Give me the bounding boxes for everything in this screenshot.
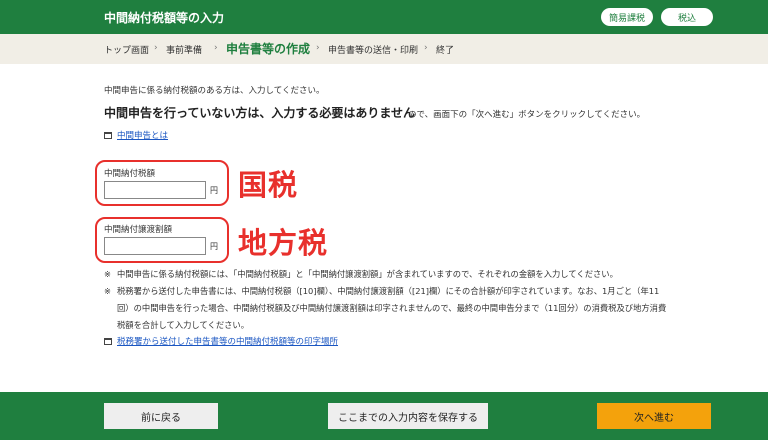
breadcrumb-separator: › [316,43,320,53]
page-title: 中間納付税額等の入力 [104,11,225,25]
save-progress-button[interactable]: ここまでの入力内容を保存する [328,403,488,429]
note-2-line-2: 回）の中間申告を行った場合、中間納付税額及び中間納付譲渡割額は印字されませんので… [117,303,667,313]
breadcrumb: トップ画面 › 事前準備 › 申告書等の作成 › 申告書等の送信・印刷 › 終了 [0,34,768,64]
intro-lead-rest: ので、画面下の「次へ進む」ボタンをクリックしてください。 [408,110,646,120]
print-location-link[interactable]: 税務署から送付した申告書等の中間納付税額等の印字場所 [117,335,338,347]
next-button[interactable]: 次へ進む [597,403,711,429]
breadcrumb-item-preparation: 事前準備 [166,46,203,56]
document-icon [104,132,112,139]
back-button[interactable]: 前に戻る [104,403,218,429]
document-icon [104,338,112,345]
about-interim-link[interactable]: 中間申告とは [117,129,168,141]
interim-transfer-input[interactable] [104,237,206,255]
note-2-line-1: 税務署から送付した申告書には、中間納付税額（[10]欄）、中間納付譲渡割額（[2… [117,286,660,296]
intro-text: 中間申告に係る納付税額のある方は、入力してください。 [104,86,325,96]
breadcrumb-separator: › [154,43,158,53]
interim-transfer-label: 中間納付譲渡割額 [104,225,173,235]
simple-tax-button[interactable]: 簡易課税 [601,8,653,26]
interim-tax-input[interactable] [104,181,206,199]
yen-unit: 円 [210,186,218,195]
note-mark: ※ [104,286,111,296]
tax-included-button[interactable]: 税込 [661,8,713,26]
breadcrumb-item-end: 終了 [436,46,455,56]
note-mark: ※ [104,269,111,279]
interim-tax-label: 中間納付税額 [104,169,156,179]
note-2-line-3: 税額を合計して入力してください。 [117,320,250,330]
breadcrumb-item-top: トップ画面 [104,46,150,56]
local-tax-annotation: 地方税 [238,226,329,260]
intro-lead-bold: 中間申告を行っていない方は、入力する必要はありません [104,106,416,120]
national-tax-annotation: 国税 [238,168,299,202]
yen-unit: 円 [210,242,218,251]
breadcrumb-separator: › [424,43,428,53]
breadcrumb-separator: › [214,43,218,53]
breadcrumb-item-send-print: 申告書等の送信・印刷 [328,46,419,56]
breadcrumb-item-create: 申告書等の作成 [226,42,311,56]
note-1: 中間申告に係る納付税額には、「中間納付税額」と「中間納付譲渡割額」が含まれていま… [117,269,618,279]
